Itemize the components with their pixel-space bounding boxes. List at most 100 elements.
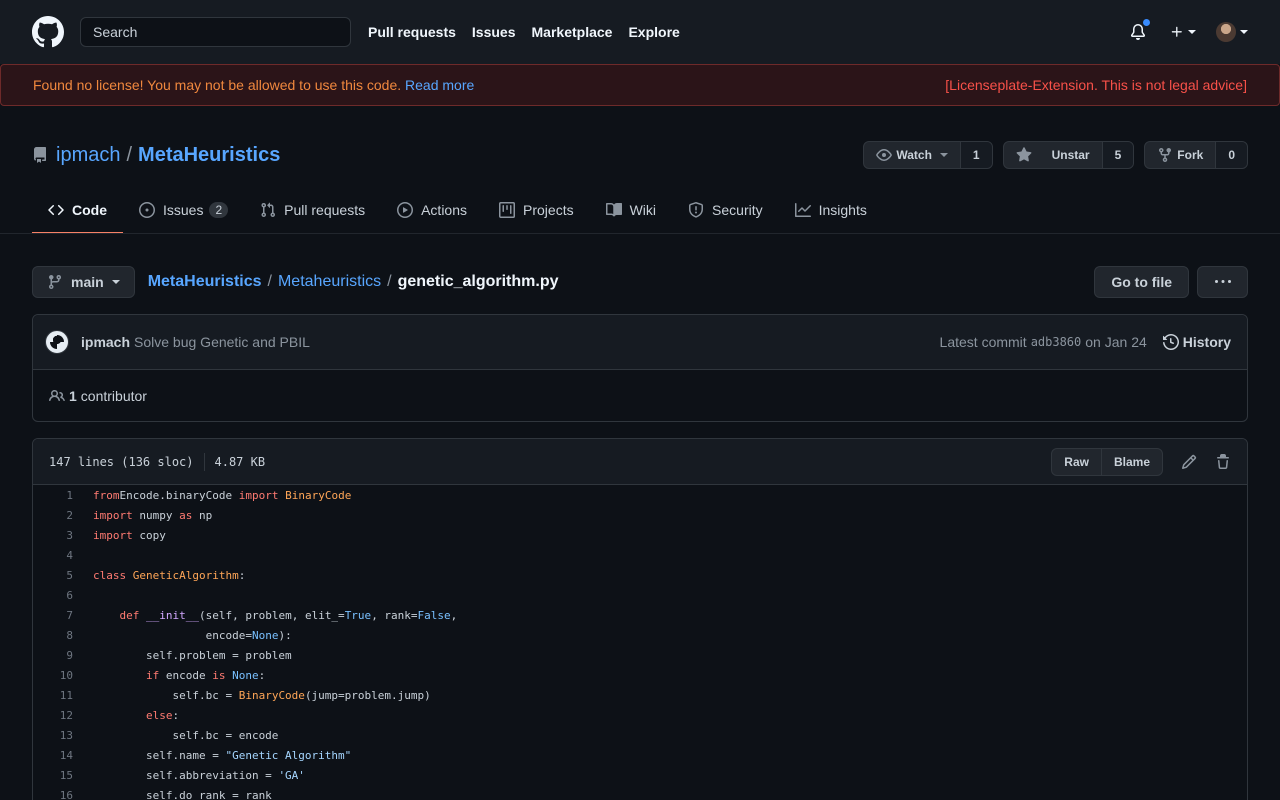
- unstar-button[interactable]: Unstar: [1004, 142, 1102, 168]
- tab-label: Code: [72, 202, 107, 218]
- line-number[interactable]: 7: [33, 609, 83, 622]
- blame-button[interactable]: Blame: [1100, 448, 1162, 475]
- raw-button[interactable]: Raw: [1052, 449, 1101, 475]
- people-icon: [49, 389, 65, 401]
- repo-tabs: Code Issues 2 Pull requests Actions Proj…: [32, 186, 1280, 234]
- breadcrumb-folder-link[interactable]: Metaheuristics: [278, 273, 381, 291]
- nav-marketplace[interactable]: Marketplace: [532, 24, 613, 40]
- line-number[interactable]: 5: [33, 569, 83, 582]
- more-options-button[interactable]: [1197, 266, 1248, 298]
- global-header: Search Pull requests Issues Marketplace …: [0, 0, 1280, 64]
- repo-name-link[interactable]: MetaHeuristics: [138, 144, 280, 167]
- raw-blame-group: Raw Blame: [1051, 447, 1163, 476]
- code-text: def __init__(self, problem, elit_=True, …: [119, 608, 458, 622]
- repo-owner-link[interactable]: ipmach: [56, 144, 120, 167]
- line-number[interactable]: 10: [33, 669, 83, 682]
- tab-label: Wiki: [629, 202, 657, 218]
- search-input[interactable]: Search: [80, 17, 351, 47]
- project-icon: [499, 202, 516, 218]
- tab-projects[interactable]: Projects: [483, 186, 590, 234]
- line-number[interactable]: 6: [33, 589, 83, 602]
- line-number[interactable]: 12: [33, 709, 83, 722]
- contributors-count: 1: [69, 387, 77, 404]
- commit-sha-link[interactable]: adb3860: [1031, 335, 1082, 349]
- file-viewer: 147 lines (136 sloc) 4.87 KB Raw Blame 1…: [32, 438, 1248, 800]
- history-link[interactable]: History: [1162, 334, 1231, 350]
- code-line: 12 else:: [33, 705, 1247, 725]
- tab-actions[interactable]: Actions: [381, 186, 483, 234]
- star-count[interactable]: 5: [1101, 142, 1134, 168]
- code-line: 13 self.bc = encode: [33, 725, 1247, 745]
- line-number[interactable]: 14: [33, 749, 83, 762]
- trash-icon: [1217, 453, 1229, 469]
- edit-file-button[interactable]: [1181, 454, 1197, 470]
- chevron-down-icon: [111, 280, 120, 284]
- code-text: fromEncode.binaryCode import BinaryCode: [93, 488, 352, 502]
- code-text: else:: [145, 708, 180, 722]
- line-number[interactable]: 11: [33, 689, 83, 702]
- tab-issues[interactable]: Issues 2: [123, 186, 244, 234]
- line-number[interactable]: 13: [33, 729, 83, 742]
- github-logo-icon[interactable]: [32, 16, 64, 48]
- code-line: 16 self.do_rank = rank: [33, 785, 1247, 800]
- delete-file-button[interactable]: [1215, 453, 1231, 470]
- file-info-divider: [203, 452, 205, 471]
- nav-pull-requests[interactable]: Pull requests: [368, 24, 456, 40]
- nav-issues[interactable]: Issues: [472, 24, 516, 40]
- breadcrumb-separator: /: [267, 273, 272, 290]
- line-number[interactable]: 2: [33, 509, 83, 522]
- commit-author-link[interactable]: ipmach: [81, 334, 130, 350]
- watch-button[interactable]: Watch: [864, 142, 960, 168]
- chevron-down-icon: [939, 153, 948, 157]
- tabs-divider: [0, 233, 1280, 234]
- code-text: class GeneticAlgorithm:: [93, 568, 246, 582]
- line-number[interactable]: 8: [33, 629, 83, 642]
- plus-icon: [1171, 26, 1182, 37]
- code-line: 3 import copy: [33, 525, 1247, 545]
- avatar[interactable]: [45, 330, 69, 354]
- nav-explore[interactable]: Explore: [628, 24, 679, 40]
- tab-insights[interactable]: Insights: [779, 186, 883, 234]
- breadcrumb: MetaHeuristics / Metaheuristics / geneti…: [148, 273, 559, 291]
- breadcrumb-separator: /: [387, 273, 392, 290]
- user-menu[interactable]: [1216, 22, 1248, 42]
- code-icon: [48, 204, 64, 216]
- code-text: import copy: [93, 528, 166, 542]
- tab-pull-requests[interactable]: Pull requests: [244, 186, 381, 234]
- commit-message-link[interactable]: Solve bug Genetic and PBIL: [134, 334, 310, 350]
- pencil-icon: [1181, 454, 1197, 469]
- tab-security[interactable]: Security: [672, 186, 779, 234]
- fork-button-group: Fork 0: [1144, 141, 1248, 169]
- fork-count[interactable]: 0: [1215, 142, 1247, 168]
- tab-wiki[interactable]: Wiki: [590, 186, 672, 234]
- go-to-file-button[interactable]: Go to file: [1094, 266, 1189, 298]
- line-number[interactable]: 4: [33, 549, 83, 562]
- tab-label: Issues: [163, 202, 204, 218]
- watch-count[interactable]: 1: [959, 142, 992, 168]
- tab-label: Projects: [523, 202, 574, 218]
- notifications-bell-icon[interactable]: [1130, 18, 1151, 41]
- tab-code[interactable]: Code: [32, 186, 123, 234]
- code-text: self.bc = BinaryCode(jump=problem.jump): [93, 688, 431, 702]
- line-number[interactable]: 15: [33, 769, 83, 782]
- code-text: self.abbreviation = 'GA': [93, 768, 305, 782]
- branch-selector[interactable]: main: [32, 266, 135, 298]
- read-more-link[interactable]: Read more: [405, 77, 474, 93]
- license-warning: Found no license! You may not be allowed…: [33, 77, 402, 93]
- create-new-button[interactable]: [1170, 25, 1196, 39]
- line-number[interactable]: 3: [33, 529, 83, 542]
- code-text: if encode is None:: [145, 668, 266, 682]
- eye-icon: [876, 149, 893, 161]
- fork-button[interactable]: Fork: [1145, 142, 1215, 168]
- history-icon: [1162, 334, 1179, 350]
- fork-icon: [1159, 148, 1172, 163]
- tab-label: Actions: [421, 202, 468, 218]
- code-line: 7 def __init__(self, problem, elit_=True…: [33, 605, 1247, 625]
- code-text: self.name = "Genetic Algorithm": [93, 748, 352, 762]
- breadcrumb-repo-link[interactable]: MetaHeuristics: [148, 273, 262, 291]
- code-line: 6: [33, 585, 1247, 605]
- contributors-row[interactable]: 1 contributor: [33, 370, 1247, 421]
- line-number[interactable]: 16: [33, 789, 83, 800]
- line-number[interactable]: 9: [33, 649, 83, 662]
- line-number[interactable]: 1: [33, 489, 83, 502]
